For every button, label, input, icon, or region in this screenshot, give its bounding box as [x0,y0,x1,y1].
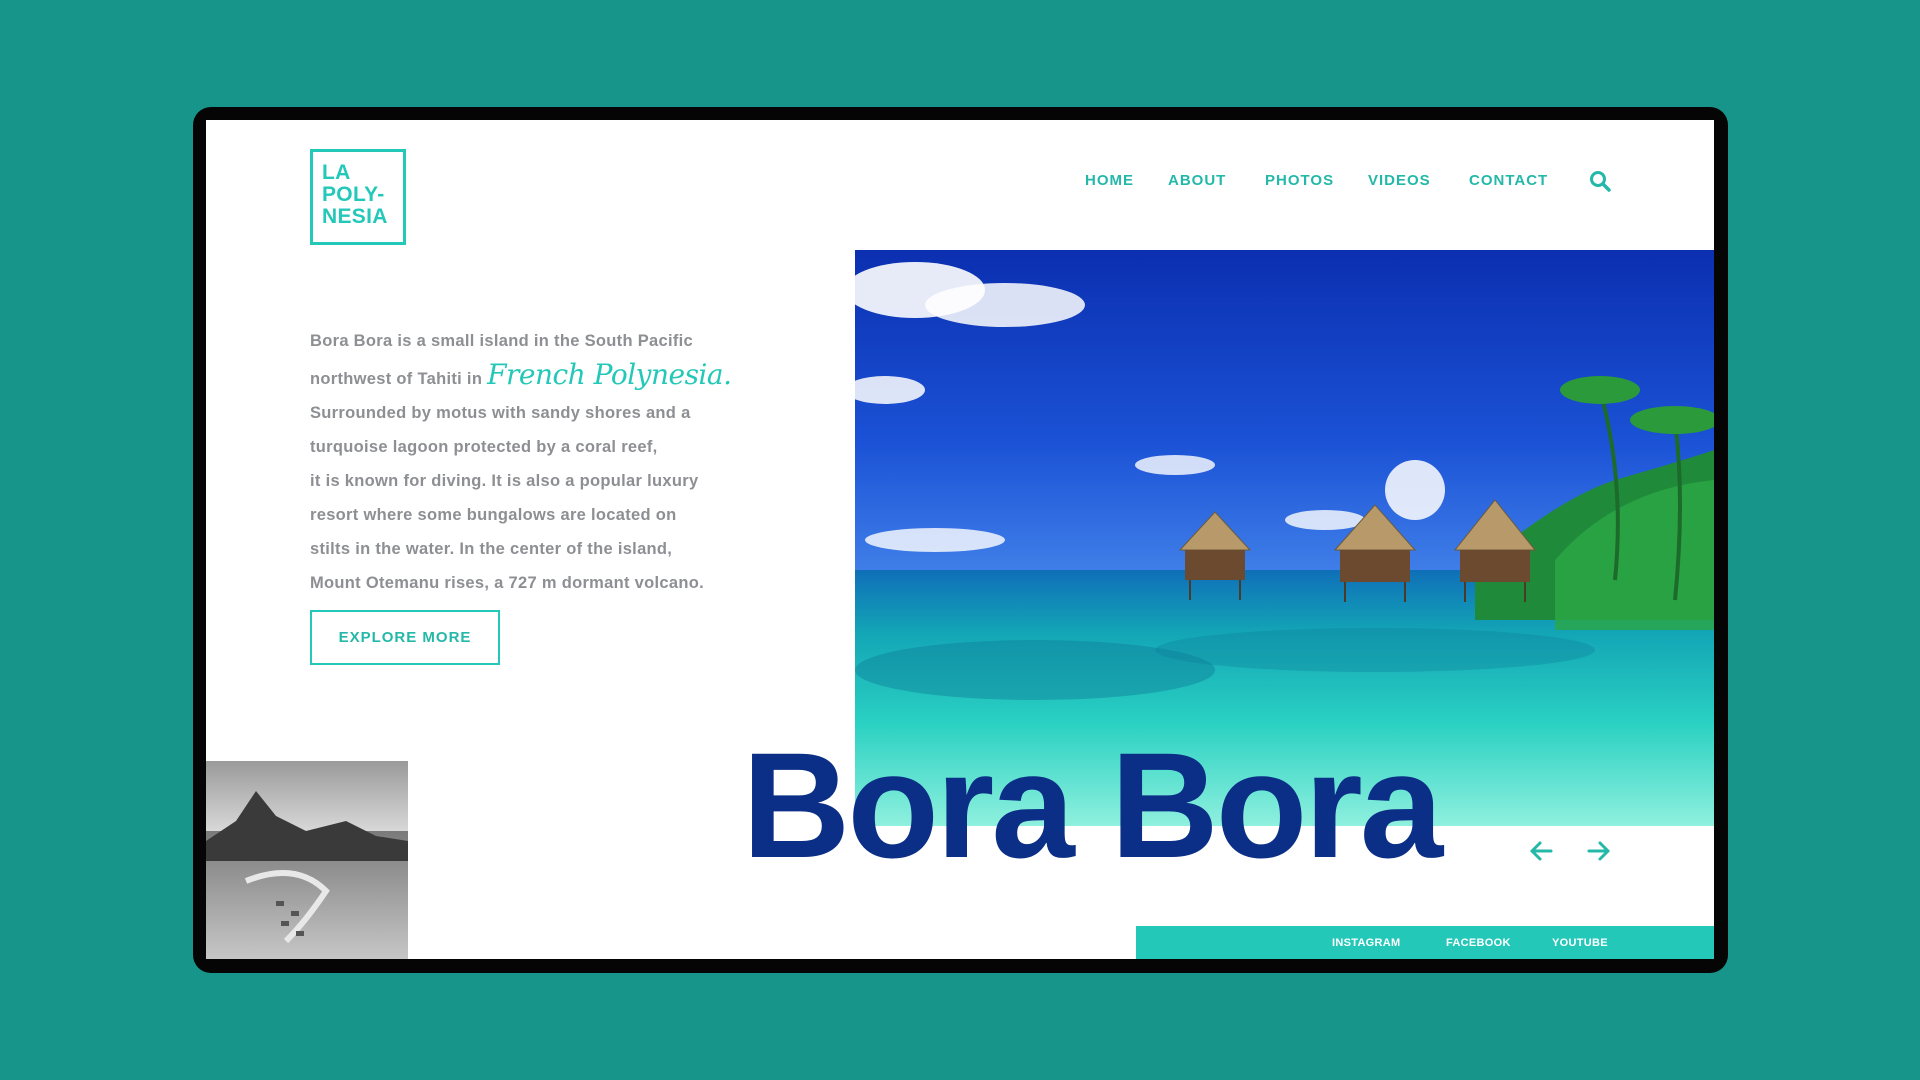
intro-line: Surrounded by motus with sandy shores an… [310,404,691,422]
search-icon[interactable] [1588,169,1612,193]
nav-photos[interactable]: PHOTOS [1265,172,1334,189]
nav-home[interactable]: HOME [1085,172,1134,189]
intro-paragraph: Bora Bora is a small island in the South… [310,324,770,600]
intro-line: stilts in the water. In the center of th… [310,540,673,558]
social-youtube-link[interactable]: YOUTUBE [1552,937,1608,949]
intro-line: northwest of Tahiti in French Polynesia. [310,358,770,396]
explore-more-button[interactable]: EXPLORE MORE [310,610,500,665]
arrow-right-icon[interactable] [1586,838,1612,864]
social-bar: INSTAGRAM FACEBOOK YOUTUBE [1136,926,1714,959]
headline-title: Bora Bora [742,721,1443,889]
island-thumbnail [206,761,408,959]
nav-videos[interactable]: VIDEOS [1368,172,1431,189]
nav-about[interactable]: ABOUT [1168,172,1226,189]
intro-line: turquoise lagoon protected by a coral re… [310,438,658,456]
intro-line: Bora Bora is a small island in the South… [310,332,693,350]
nav-contact[interactable]: CONTACT [1469,172,1548,189]
intro-line-prefix: northwest of Tahiti in [310,370,483,388]
intro-line: resort where some bungalows are located … [310,506,677,524]
main-nav: HOME ABOUT PHOTOS VIDEOS CONTACT [206,172,1714,196]
highlight-text: French Polynesia. [487,358,732,391]
social-instagram-link[interactable]: INSTAGRAM [1332,937,1401,949]
intro-line: it is known for diving. It is also a pop… [310,472,699,490]
website-screen: LA POLY- NESIA HOME ABOUT PHOTOS VIDEOS … [206,120,1714,959]
social-facebook-link[interactable]: FACEBOOK [1446,937,1511,949]
arrow-left-icon[interactable] [1528,838,1554,864]
intro-line: Mount Otemanu rises, a 727 m dormant vol… [310,574,705,592]
logo-line-3: NESIA [322,205,388,228]
site-logo[interactable]: LA POLY- NESIA [310,149,406,245]
